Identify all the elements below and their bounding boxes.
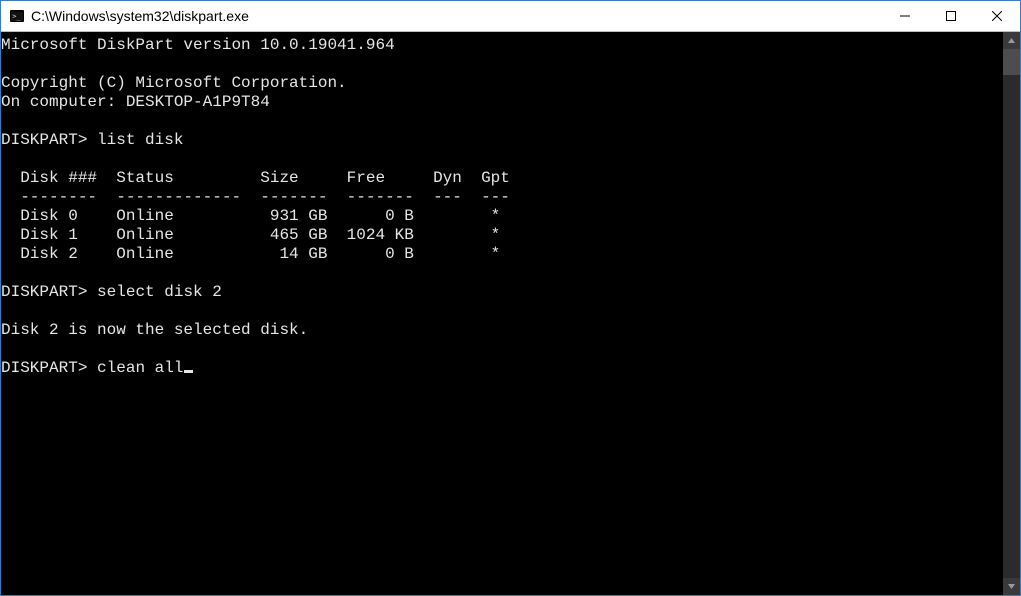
svg-text:>_: >_ (12, 13, 21, 21)
titlebar[interactable]: >_ C:\Windows\system32\diskpart.exe (1, 1, 1020, 32)
console-output[interactable]: Microsoft DiskPart version 10.0.19041.96… (1, 32, 1003, 595)
table-row: Disk 2 Online 14 GB 0 B * (1, 245, 500, 263)
app-window: >_ C:\Windows\system32\diskpart.exe Micr… (0, 0, 1021, 596)
table-row: Disk 1 Online 465 GB 1024 KB * (1, 226, 500, 244)
selected-msg: Disk 2 is now the selected disk. (1, 321, 308, 339)
cmd-select-disk: select disk 2 (97, 283, 222, 301)
prompt: DISKPART> (1, 131, 87, 149)
maximize-button[interactable] (928, 1, 974, 31)
prompt: DISKPART> (1, 359, 87, 377)
text-cursor (184, 370, 193, 373)
vertical-scrollbar[interactable] (1003, 32, 1020, 595)
cmd-clean-all: clean all (97, 359, 183, 377)
prompt: DISKPART> (1, 283, 87, 301)
copyright-line: Copyright (C) Microsoft Corporation. (1, 74, 347, 92)
cmd-list-disk: list disk (97, 131, 183, 149)
table-divider: -------- ------------- ------- ------- -… (1, 188, 510, 206)
table-row: Disk 0 Online 931 GB 0 B * (1, 207, 500, 225)
app-icon: >_ (9, 8, 25, 24)
table-header: Disk ### Status Size Free Dyn Gpt (1, 169, 510, 187)
console-area: Microsoft DiskPart version 10.0.19041.96… (1, 32, 1020, 595)
scrollbar-thumb[interactable] (1003, 49, 1020, 75)
minimize-button[interactable] (882, 1, 928, 31)
window-title: C:\Windows\system32\diskpart.exe (31, 8, 882, 24)
scroll-up-button[interactable] (1003, 32, 1020, 49)
computer-line: On computer: DESKTOP-A1P9T84 (1, 93, 270, 111)
close-button[interactable] (974, 1, 1020, 31)
version-line: Microsoft DiskPart version 10.0.19041.96… (1, 36, 395, 54)
scroll-down-button[interactable] (1003, 578, 1020, 595)
window-controls (882, 1, 1020, 31)
